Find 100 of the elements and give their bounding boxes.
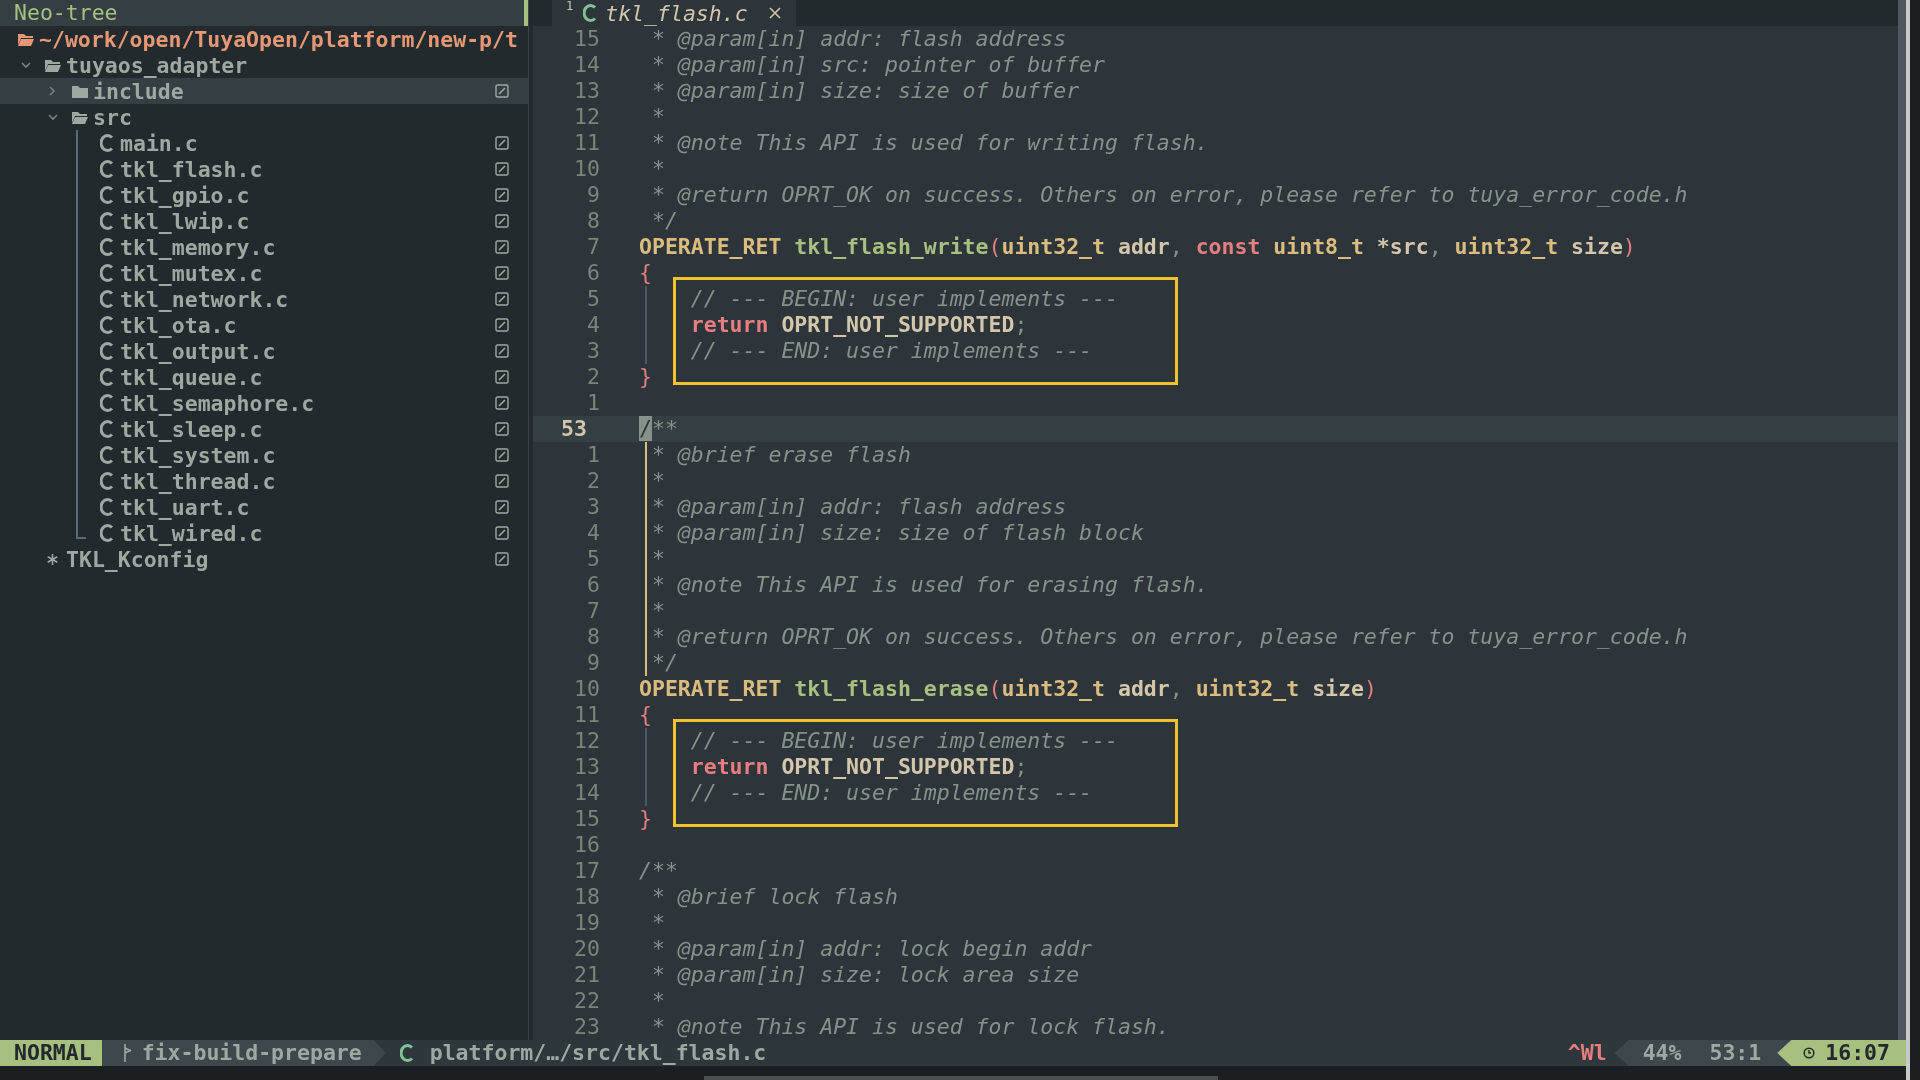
tree-item[interactable]: tkl_uart.c — [0, 494, 528, 520]
tree-item[interactable]: tkl_sleep.c — [0, 416, 528, 442]
c-file-icon — [99, 290, 114, 308]
code-line: * — [650, 988, 665, 1013]
line-number: 14 — [573, 52, 600, 78]
file-name: tkl_flash.c — [120, 156, 264, 182]
line-number: 1 — [586, 390, 600, 416]
c-file-icon — [99, 264, 114, 282]
line-number: 2 — [586, 364, 600, 390]
tree-item[interactable]: tkl_flash.c — [0, 156, 528, 182]
tree-item[interactable]: tkl_ota.c — [0, 312, 528, 338]
c-file-icon — [99, 420, 114, 438]
line-number: 2 — [586, 468, 600, 494]
asterisk-icon — [47, 553, 58, 565]
line-number: 1 — [586, 442, 600, 468]
clock-icon — [1803, 1047, 1816, 1059]
close-icon[interactable] — [767, 6, 782, 20]
code-line: // --- END: user implements --- — [689, 338, 1093, 363]
code-line: * @param[in] size: size of buffer — [650, 78, 1080, 103]
code-line: * @return OPRT_OK on success. Others on error, please refer to tuya_error_code.h — [650, 624, 1688, 649]
code-line: OPERATE_RET tkl_flash_erase(uint32_t addr, uint32_t size) — [639, 676, 1377, 701]
code-line: * @return OPRT_OK on success. Others on error, please refer to tuya_error_code.h — [650, 182, 1688, 207]
line-number: 53 — [560, 416, 588, 442]
code-line: * @brief lock flash — [650, 884, 898, 909]
line-number: 20 — [573, 936, 600, 962]
c-file-icon — [99, 368, 114, 386]
file-name: main.c — [120, 130, 199, 156]
scrollbar[interactable] — [1898, 0, 1906, 1040]
folder-icon — [44, 58, 61, 72]
code-line: * @note This API is used for lock flash. — [650, 1014, 1170, 1039]
line-number: 11 — [573, 702, 600, 728]
tree-item[interactable]: tkl_memory.c — [0, 234, 528, 260]
file-name: tkl_lwip.c — [120, 208, 251, 234]
line-number: 7 — [586, 598, 600, 624]
file-name: TKL_Kconfig — [66, 546, 210, 572]
c-file-icon — [99, 498, 114, 516]
line-number: 11 — [573, 130, 600, 156]
line-number: 12 — [573, 104, 600, 130]
tree-item[interactable]: tkl_system.c — [0, 442, 528, 468]
c-file-icon — [99, 446, 114, 464]
panel-title: Neo-tree — [0, 0, 528, 26]
tree-item[interactable]: tkl_network.c — [0, 286, 528, 312]
code-line: * — [650, 156, 665, 181]
tree-item[interactable]: include — [0, 78, 528, 104]
line-number: 5 — [586, 546, 600, 572]
c-file-icon — [99, 316, 114, 334]
code-line: * @param[in] src: pointer of buffer — [650, 52, 1105, 77]
code-line: * @note This API is used for writing flash. — [650, 130, 1209, 155]
file-name: tkl_mutex.c — [120, 260, 264, 286]
tree-item[interactable]: tkl_lwip.c — [0, 208, 528, 234]
line-number: 9 — [586, 650, 600, 676]
code-line: /** — [639, 416, 678, 441]
tree-item[interactable]: tkl_mutex.c — [0, 260, 528, 286]
code-line: */ — [650, 208, 678, 233]
line-number: 3 — [586, 494, 600, 520]
line-number: 13 — [573, 754, 600, 780]
tree-item[interactable]: tkl_gpio.c — [0, 182, 528, 208]
line-number: 16 — [573, 832, 600, 858]
c-file-icon — [99, 186, 114, 204]
folder-icon — [17, 32, 34, 46]
line-number: 17 — [573, 858, 600, 884]
code-line: * — [650, 546, 665, 571]
c-file-icon — [99, 524, 114, 542]
tree-item[interactable]: tkl_semaphore.c — [0, 390, 528, 416]
c-file-icon — [99, 212, 114, 230]
tree-item[interactable]: main.c — [0, 130, 528, 156]
tree-item[interactable]: tkl_output.c — [0, 338, 528, 364]
c-file-icon — [99, 160, 114, 178]
line-number: 15 — [573, 806, 600, 832]
c-file-icon — [583, 4, 598, 22]
line-number: 8 — [586, 208, 600, 234]
line-number: 7 — [586, 234, 600, 260]
line-number: 18 — [573, 884, 600, 910]
tree-item[interactable]: tkl_wired.c — [0, 520, 528, 546]
line-number: 14 — [573, 780, 600, 806]
tree-item[interactable]: src — [0, 104, 528, 130]
tree-item[interactable]: tkl_queue.c — [0, 364, 528, 390]
line-number: 6 — [586, 572, 600, 598]
file-name: tkl_wired.c — [120, 520, 264, 546]
line-number: 21 — [573, 962, 600, 988]
line-number: 13 — [573, 78, 600, 104]
c-file-icon — [99, 472, 114, 490]
tree-item[interactable]: TKL_Kconfig — [0, 546, 528, 572]
line-number: 10 — [573, 676, 600, 702]
code-line: * @param[in] addr: flash address — [650, 494, 1067, 519]
code-line: { — [639, 702, 652, 727]
root-path: ~/work/open/TuyaOpen/platform/new-p/t — [39, 26, 518, 52]
folder-icon — [71, 84, 88, 98]
c-file-icon — [99, 394, 114, 412]
code-line: */ — [650, 650, 678, 675]
code-line: * @brief erase flash — [650, 442, 911, 467]
tree-item[interactable]: tuyaos_adapter — [0, 52, 528, 78]
code-line: // --- BEGIN: user implements --- — [689, 286, 1118, 311]
tree-item[interactable]: tkl_thread.c — [0, 468, 528, 494]
file-name: tkl_output.c — [120, 338, 277, 364]
code-line: // --- BEGIN: user implements --- — [689, 728, 1118, 753]
file-path: platform/…/src/tkl_flash.c — [429, 1040, 767, 1066]
code-line: * — [650, 598, 665, 623]
code-line: // --- END: user implements --- — [689, 780, 1093, 805]
code-line: OPERATE_RET tkl_flash_write(uint32_t addr, const uint8_t *src, uint32_t size) — [639, 234, 1636, 259]
